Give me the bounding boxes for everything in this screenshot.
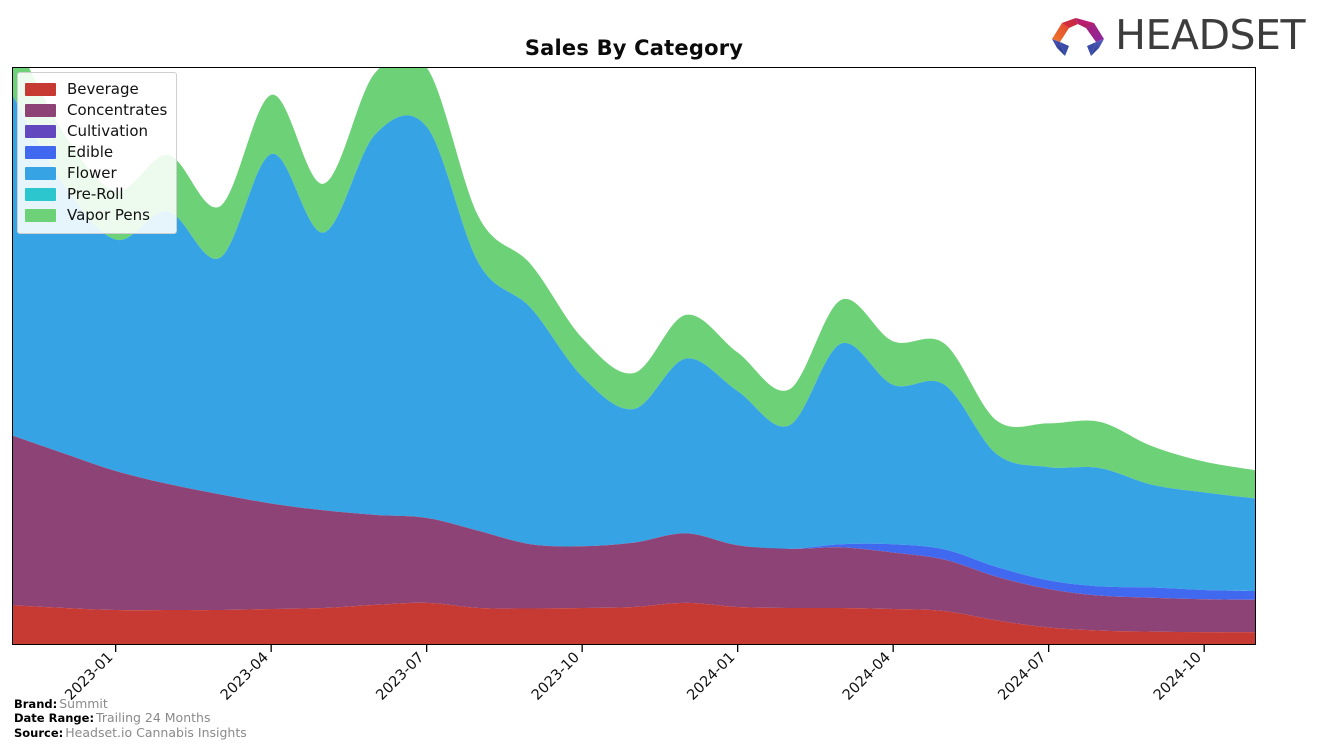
footer-row-key: Date Range: [14,711,95,725]
legend-item-label: Vapor Pens [67,206,150,224]
legend-item[interactable]: Edible [25,142,167,163]
legend-swatch-icon [25,167,56,180]
legend-item[interactable]: Vapor Pens [25,205,167,226]
brand-logo: HEADSET [1050,9,1305,61]
legend-item[interactable]: Concentrates [25,100,167,121]
footer-row-value: Summit [59,695,108,711]
x-axis-tick-label: 2023-07 [373,650,427,704]
legend-swatch-icon [25,83,56,96]
legend-item-label: Concentrates [67,101,168,119]
legend-item-label: Flower [67,164,117,182]
legend-swatch-icon [25,146,56,159]
legend-swatch-icon [25,125,56,138]
x-axis-tick-label: 2024-07 [995,650,1049,704]
legend-item-label: Beverage [67,80,139,98]
legend-item-label: Edible [67,143,114,161]
legend-item[interactable]: Pre-Roll [25,184,167,205]
footer-row-value: Trailing 24 Months [96,710,211,725]
footer-row-key: Brand: [14,696,58,711]
legend-item-label: Pre-Roll [67,185,124,203]
legend-item[interactable]: Beverage [25,79,167,100]
x-axis-tick-label: 2024-04 [840,650,894,704]
stacked-area-chart [13,68,1255,644]
footer-row-key: Source: [14,725,64,740]
legend-swatch-icon [25,188,56,201]
footer-row-value: Headset.io Cannabis Insights [65,724,247,740]
headset-hexagon-logo-icon [1052,18,1105,56]
footer-row: Source: Headset.io Cannabis Insights [14,724,247,741]
x-axis-tick-label: 2023-10 [529,650,583,704]
legend-item[interactable]: Flower [25,163,167,184]
footer-row: Date Range: Trailing 24 Months [14,710,247,726]
x-axis-tick-label: 2024-01 [684,650,738,704]
chart-plot-area [12,67,1256,645]
footer-row: Brand: Summit [14,695,247,712]
chart-footer: Brand: Summit Date Range: Trailing 24 Month… [14,695,247,741]
x-axis-tick-label: 2024-10 [1151,650,1205,704]
chart-legend: Beverage Concentrates Cultivation Edible Flo… [17,72,178,234]
legend-item-label: Cultivation [67,122,148,140]
brand-logo-text: HEADSET [1115,10,1305,59]
legend-swatch-icon [25,209,56,222]
legend-item[interactable]: Cultivation [25,121,167,142]
legend-swatch-icon [25,104,56,117]
